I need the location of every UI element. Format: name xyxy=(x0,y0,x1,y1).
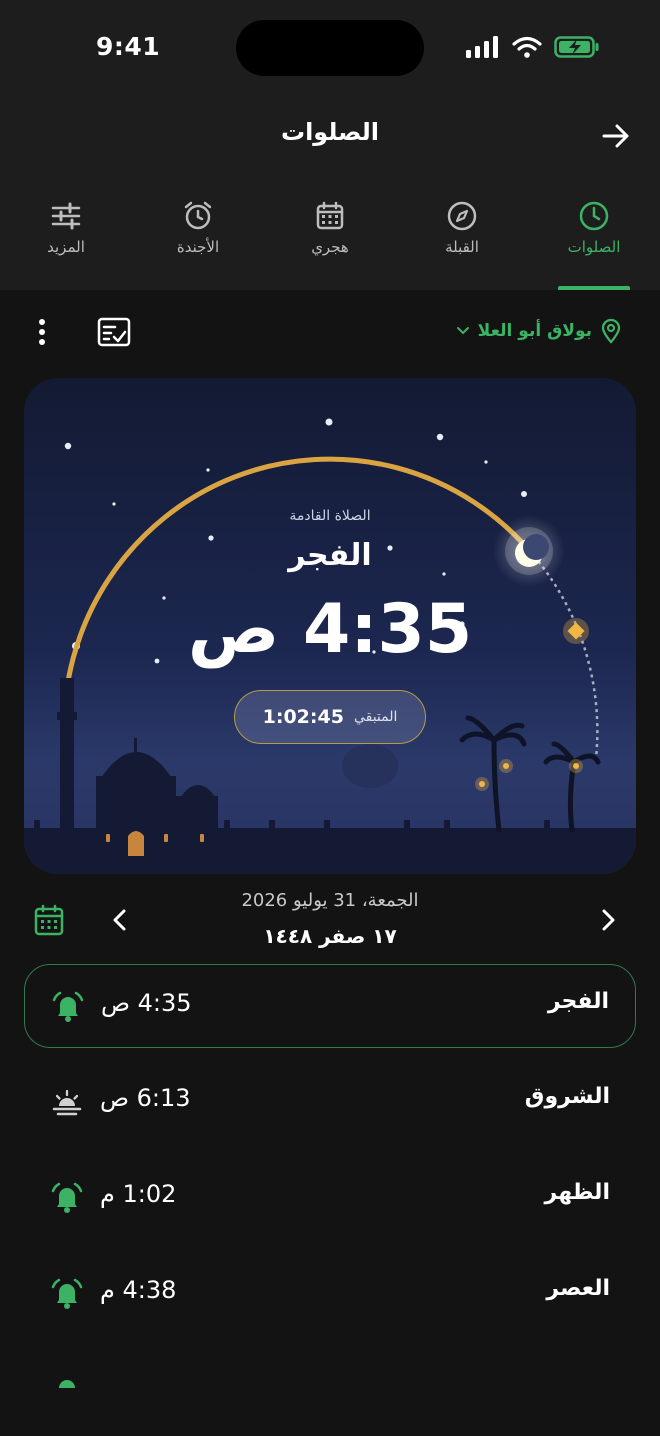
prayer-time: 4:38 م xyxy=(100,1276,177,1304)
tab-prayers[interactable]: الصلوات xyxy=(528,196,660,290)
compass-icon xyxy=(447,201,477,231)
prayer-row[interactable]: الظهر 1:02 م xyxy=(24,1156,636,1240)
prayer-time: 6:13 ص xyxy=(100,1084,191,1112)
tab-label: الأجندة xyxy=(176,238,220,256)
countdown-pill: المتبقي 1:02:45 xyxy=(234,690,426,744)
page-title: الصلوات xyxy=(280,118,380,146)
alarm-clock-icon xyxy=(184,201,212,230)
location-selector[interactable]: بولاق أبو العلا xyxy=(456,318,622,344)
clock-icon xyxy=(579,201,609,231)
prayer-time: 4:35 ص xyxy=(101,989,192,1017)
prayer-times-list: الفجر 4:35 ص الشروق 6:13 ص الظهر 1:02 م … xyxy=(24,964,636,1400)
signal-icon xyxy=(466,36,498,58)
status-time: 9:41 xyxy=(96,32,161,61)
hijri-date: ١٧ صفر ١٤٤٨ xyxy=(263,924,397,948)
prayer-time: 1:02 م xyxy=(100,1180,177,1208)
chevron-down-icon xyxy=(456,327,469,335)
battery-charging-icon xyxy=(554,36,599,58)
next-prayer-name: الفجر xyxy=(288,538,372,573)
tab-hijri[interactable]: هجري xyxy=(264,196,396,290)
status-bar: 9:41 xyxy=(0,0,660,96)
prayer-name: الفجر xyxy=(547,989,609,1014)
prayer-name: العصر xyxy=(546,1276,610,1301)
toolbar: بولاق أبو العلا xyxy=(0,300,660,364)
prayer-row-partial[interactable] xyxy=(24,1348,636,1388)
tab-more[interactable]: المزيد xyxy=(0,196,132,290)
countdown-label: المتبقي xyxy=(353,709,398,725)
prayer-name: الظهر xyxy=(544,1180,610,1205)
alarm-bell-icon[interactable] xyxy=(50,1182,84,1214)
tab-qibla[interactable]: القبلة xyxy=(396,196,528,290)
back-arrow-icon[interactable] xyxy=(600,120,632,152)
sliders-icon xyxy=(51,202,81,230)
date-navigator: الجمعة، 31 يوليو 2026 ١٧ صفر ١٤٤٨ xyxy=(0,884,660,956)
dynamic-island xyxy=(236,20,424,76)
next-prayer-time: 4:35 ص xyxy=(187,590,473,669)
sunrise-icon xyxy=(52,1089,82,1116)
calendar-icon xyxy=(316,201,344,230)
location-name: بولاق أبو العلا xyxy=(477,321,592,341)
alarm-bell-icon[interactable] xyxy=(50,1374,84,1388)
prayer-row[interactable]: العصر 4:38 م xyxy=(24,1252,636,1336)
next-prayer-card: الصلاة القادمة الفجر 4:35 ص المتبقي 1:02… xyxy=(24,378,636,874)
calendar-icon[interactable] xyxy=(34,904,64,936)
location-pin-icon xyxy=(601,318,621,344)
next-prayer-label: الصلاة القادمة xyxy=(289,508,371,524)
wifi-icon xyxy=(512,36,542,58)
more-options-icon[interactable] xyxy=(30,316,54,348)
tab-bar: الصلوات القبلة هجري الأجندة المزيد xyxy=(0,196,660,290)
gregorian-date: الجمعة، 31 يوليو 2026 xyxy=(241,890,419,911)
tab-label: القبلة xyxy=(445,238,479,256)
tab-label: هجري xyxy=(311,238,349,256)
alarm-bell-icon[interactable] xyxy=(50,1278,84,1310)
tab-label: الصلوات xyxy=(567,238,621,256)
tab-agenda[interactable]: الأجندة xyxy=(132,196,264,290)
prayer-row[interactable]: الفجر 4:35 ص xyxy=(24,964,636,1048)
checklist-icon[interactable] xyxy=(96,316,132,348)
tab-label: المزيد xyxy=(47,238,85,256)
status-icons xyxy=(466,35,600,59)
app-header: الصلوات الصلوات القبلة هجري الأجندة المز… xyxy=(0,96,660,290)
prayer-row[interactable]: الشروق 6:13 ص xyxy=(24,1060,636,1144)
alarm-bell-icon[interactable] xyxy=(51,991,85,1023)
countdown-value: 1:02:45 xyxy=(262,706,344,728)
chevron-left-icon[interactable] xyxy=(108,906,132,934)
prayer-name: الشروق xyxy=(524,1084,610,1109)
